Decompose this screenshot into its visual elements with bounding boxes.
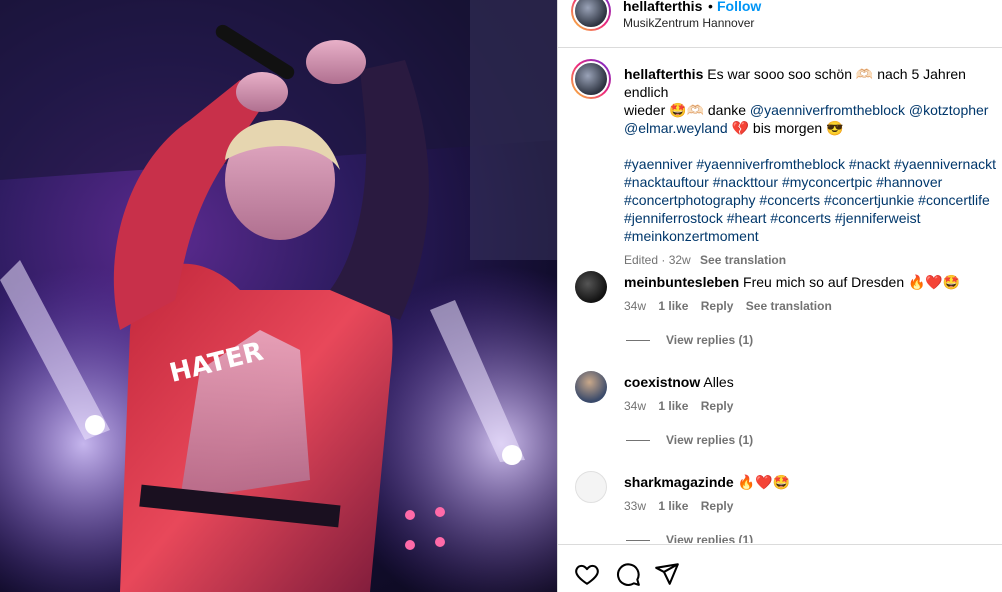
concert-photo: HATER [0, 0, 557, 592]
view-replies-button[interactable]: View replies (1) [626, 333, 753, 347]
commenter-username[interactable]: sharkmagazinde [624, 474, 734, 490]
comment-meta: 34w 1 like Reply See translation [624, 299, 841, 313]
post-header: hellafterthis • Follow MusikZentrum Hann… [558, 0, 1002, 48]
view-replies-button[interactable]: View replies (1) [626, 433, 753, 447]
caption-line2: wieder 🤩🫶🏻 danke [624, 102, 747, 118]
reply-button[interactable]: Reply [701, 299, 734, 313]
comment-body: Freu mich so auf Dresden 🔥❤️🤩 [743, 274, 961, 290]
comment-text: coexistnow Alles [624, 373, 994, 391]
comment-likes[interactable]: 1 like [658, 299, 688, 313]
commenter-avatar[interactable] [575, 371, 607, 403]
view-replies-label: View replies (1) [666, 433, 754, 447]
hashtag-line[interactable]: #jenniferrostock #heart #concerts #jenni… [624, 209, 1002, 227]
comment-time: 34w [624, 399, 647, 413]
commenter-avatar[interactable] [575, 271, 607, 303]
comment-text: meinbuntesleben Freu mich so auf Dresden… [624, 273, 994, 291]
comment-time: 34w [624, 299, 647, 313]
mention-yaenniverfromtheblock[interactable]: @yaenniverfromtheblock [750, 102, 905, 118]
post-location[interactable]: MusikZentrum Hannover [623, 16, 754, 30]
view-replies-button[interactable]: View replies (1) [626, 533, 753, 543]
caption-avatar[interactable] [571, 59, 611, 99]
caption-meta: Edited · 32w See translation [624, 251, 1002, 269]
comment-meta: 33w 1 like Reply [624, 499, 742, 513]
author-username[interactable]: hellafterthis [623, 0, 702, 14]
caption-line3: 💔 bis morgen 😎 [731, 120, 844, 136]
author-avatar[interactable] [571, 0, 611, 31]
replies-divider [626, 440, 650, 442]
mention-kotztopher[interactable]: @kotztopher [909, 102, 989, 118]
comment-body: 🔥❤️🤩 [737, 474, 790, 490]
comment-likes[interactable]: 1 like [658, 499, 688, 513]
post-photo[interactable]: HATER [0, 0, 557, 592]
follow-button[interactable]: Follow [717, 0, 761, 14]
see-translation-button[interactable]: See translation [746, 299, 832, 313]
replies-divider [626, 340, 650, 342]
hashtag-line[interactable]: #nacktauftour #nackttour #myconcertpic #… [624, 173, 1002, 191]
heart-icon[interactable] [574, 561, 600, 587]
view-replies-label: View replies (1) [666, 333, 754, 347]
commenter-avatar[interactable] [575, 471, 607, 503]
comment-time: 33w [624, 499, 647, 513]
comment-text: sharkmagazinde 🔥❤️🤩 [624, 473, 994, 491]
separator-dot: • [708, 0, 713, 14]
post-sidebar: hellafterthis • Follow MusikZentrum Hann… [557, 0, 1002, 592]
see-translation-button[interactable]: See translation [700, 253, 786, 267]
commenter-username[interactable]: coexistnow [624, 374, 700, 390]
caption-text: hellafterthis Es war sooo soo schön 🫶🏻 n… [624, 65, 1002, 269]
comments-scroll-area[interactable]: hellafterthis Es war sooo soo schön 🫶🏻 n… [558, 49, 1002, 543]
reply-button[interactable]: Reply [701, 399, 734, 413]
commenter-username[interactable]: meinbuntesleben [624, 274, 739, 290]
share-icon[interactable] [654, 561, 680, 587]
mention-elmar-weyland[interactable]: @elmar.weyland [624, 120, 728, 136]
hashtag-line[interactable]: #meinkonzertmoment [624, 227, 1002, 245]
comment-meta: 34w 1 like Reply [624, 399, 742, 413]
hashtag-line[interactable]: #concertphotography #concerts #concertju… [624, 191, 1002, 209]
post-actions-bar [558, 544, 1002, 592]
comment-body: Alles [703, 374, 734, 390]
hashtag-line[interactable]: #yaenniver #yaenniverfromtheblock #nackt… [624, 155, 1002, 173]
hashtag-list: #yaenniver #yaenniverfromtheblock #nackt… [624, 155, 1002, 245]
replies-divider [626, 540, 650, 542]
reply-button[interactable]: Reply [701, 499, 734, 513]
comment-likes[interactable]: 1 like [658, 399, 688, 413]
view-replies-label: View replies (1) [666, 533, 754, 543]
caption-username[interactable]: hellafterthis [624, 66, 703, 82]
edited-timestamp: Edited · 32w [624, 253, 691, 267]
comment-icon[interactable] [615, 561, 641, 587]
